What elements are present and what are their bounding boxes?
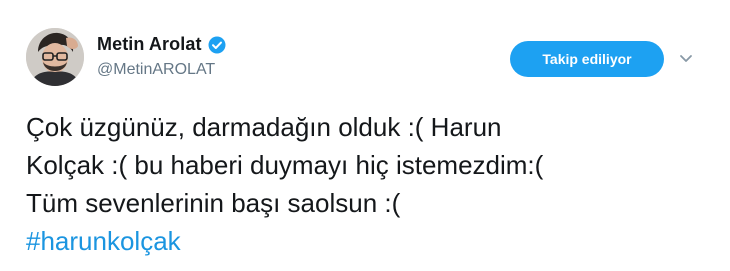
tweet-text-line: Çok üzgünüz, darmadağın olduk :( Harun <box>26 112 502 142</box>
chevron-down-icon[interactable] <box>678 50 694 66</box>
author-handle[interactable]: @MetinAROLAT <box>97 61 215 79</box>
verified-badge-icon <box>208 36 226 54</box>
following-button[interactable]: Takip ediliyor <box>510 41 664 77</box>
author-name-row: Metin Arolat <box>97 34 226 55</box>
avatar-image <box>26 28 84 86</box>
author-display-name[interactable]: Metin Arolat <box>97 34 202 55</box>
tweet-text-line: Tüm sevenlerinin başı saolsun :( <box>26 188 401 218</box>
tweet-card: Metin Arolat @MetinAROLAT Takip ediliyor… <box>0 0 730 271</box>
tweet-text: Çok üzgünüz, darmadağın olduk :( Harun K… <box>26 108 716 260</box>
avatar[interactable] <box>26 28 84 86</box>
tweet-text-line: Kolçak :( bu haberi duymayı hiç istemezd… <box>26 150 544 180</box>
hashtag-link[interactable]: #harunkolçak <box>26 222 716 260</box>
